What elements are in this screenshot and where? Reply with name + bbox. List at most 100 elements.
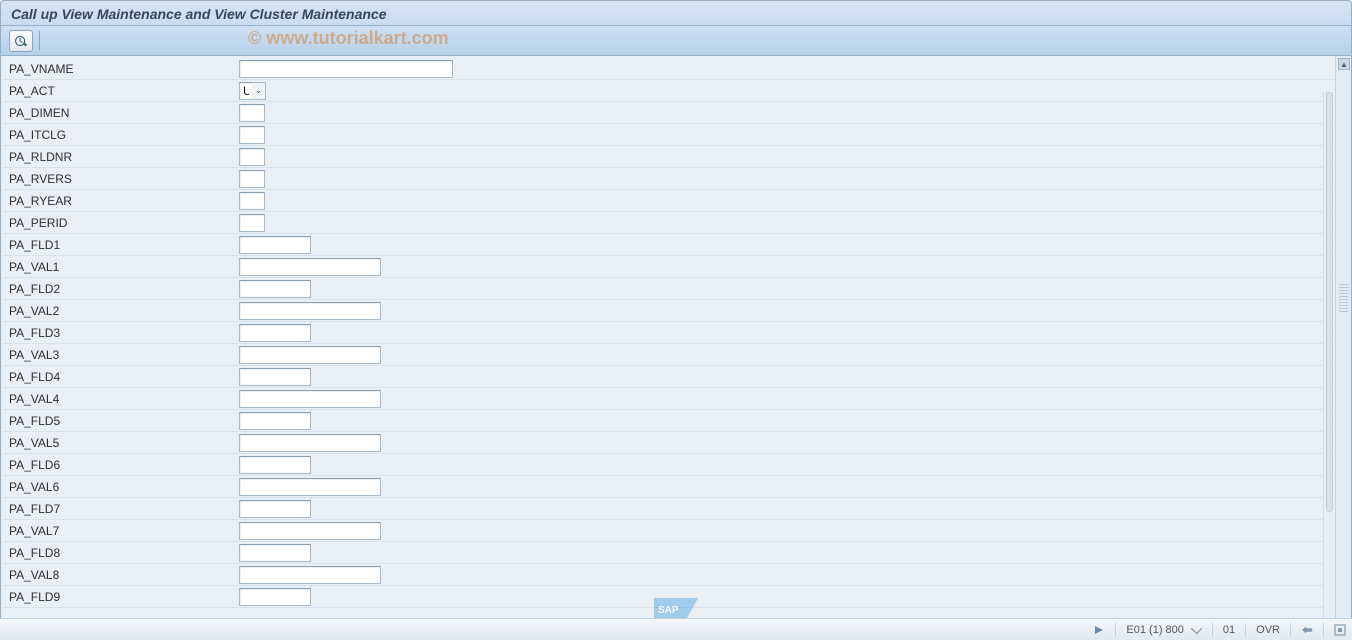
param-field-wrap <box>239 148 265 166</box>
form-row: PA_ITCLG <box>3 124 1351 146</box>
param-label: PA_VAL7 <box>3 524 239 538</box>
form-row: PA_RYEAR <box>3 190 1351 212</box>
param-input[interactable] <box>239 368 311 386</box>
scroll-thumb[interactable] <box>1326 92 1333 512</box>
param-label: PA_RYEAR <box>3 194 239 208</box>
f4-help-button[interactable]: ⌄ <box>252 82 266 100</box>
form-row: PA_FLD8 <box>3 542 1351 564</box>
param-input[interactable] <box>239 82 253 100</box>
param-label: PA_ACT <box>3 84 239 98</box>
form-row: PA_PERID <box>3 212 1351 234</box>
param-label: PA_FLD5 <box>3 414 239 428</box>
param-input[interactable] <box>239 324 311 342</box>
scroll-up-arrow-icon[interactable]: ▲ <box>1338 58 1350 70</box>
execute-button[interactable] <box>9 30 33 52</box>
param-input[interactable] <box>239 522 381 540</box>
param-label: PA_FLD2 <box>3 282 239 296</box>
form-row: PA_FLD5 <box>3 410 1351 432</box>
param-label: PA_FLD1 <box>3 238 239 252</box>
param-input[interactable] <box>239 104 265 122</box>
scroll-grip[interactable] <box>1339 284 1349 312</box>
param-input[interactable] <box>239 434 381 452</box>
param-label: PA_FLD7 <box>3 502 239 516</box>
form-row: PA_VAL3 <box>3 344 1351 366</box>
param-label: PA_FLD6 <box>3 458 239 472</box>
selection-screen: PA_VNAME PA_ACT ⌄ PA_DIMEN PA_ITCLG PA_RLDNR P… <box>1 56 1351 639</box>
param-field-wrap <box>239 280 311 298</box>
form-row: PA_FLD1 <box>3 234 1351 256</box>
param-field-wrap <box>239 236 311 254</box>
param-input[interactable] <box>239 346 381 364</box>
form-row: PA_ACT ⌄ <box>3 80 1351 102</box>
param-field-wrap <box>239 346 381 364</box>
form-row: PA_FLD6 <box>3 454 1351 476</box>
param-input[interactable] <box>239 588 311 606</box>
param-input[interactable] <box>239 456 311 474</box>
status-triangle-icon <box>1093 624 1105 636</box>
param-field-wrap <box>239 522 381 540</box>
form-row: PA_DIMEN <box>3 102 1351 124</box>
param-input[interactable] <box>239 412 311 430</box>
param-field-wrap <box>239 192 265 210</box>
execute-icon <box>14 34 28 48</box>
form-row: PA_VNAME <box>3 58 1351 80</box>
param-input[interactable] <box>239 236 311 254</box>
layout-back-icon[interactable] <box>1301 624 1313 636</box>
param-input[interactable] <box>239 390 381 408</box>
param-label: PA_RVERS <box>3 172 239 186</box>
form-row: PA_VAL1 <box>3 256 1351 278</box>
status-separator <box>1212 623 1213 637</box>
param-field-wrap <box>239 104 265 122</box>
session-dropdown-icon[interactable] <box>1191 622 1202 633</box>
param-field-wrap <box>239 390 381 408</box>
param-label: PA_RLDNR <box>3 150 239 164</box>
form-row: PA_FLD3 <box>3 322 1351 344</box>
status-mode: OVR <box>1256 624 1280 636</box>
param-input[interactable] <box>239 478 381 496</box>
param-field-wrap <box>239 566 381 584</box>
status-settings-icon[interactable] <box>1334 624 1346 636</box>
vertical-scrollbar-outer[interactable]: ▲ ▼ <box>1335 56 1351 639</box>
param-field-wrap <box>239 60 453 78</box>
param-field-wrap <box>239 258 381 276</box>
param-label: PA_DIMEN <box>3 106 239 120</box>
param-input[interactable] <box>239 280 311 298</box>
main-content-area: PA_VNAME PA_ACT ⌄ PA_DIMEN PA_ITCLG PA_RLDNR P… <box>0 56 1352 640</box>
param-label: PA_VAL3 <box>3 348 239 362</box>
param-input[interactable] <box>239 302 381 320</box>
param-input[interactable] <box>239 258 381 276</box>
param-label: PA_VAL6 <box>3 480 239 494</box>
param-field-wrap <box>239 368 311 386</box>
param-label: PA_FLD8 <box>3 546 239 560</box>
param-field-wrap <box>239 434 381 452</box>
status-separator <box>1290 623 1291 637</box>
param-field-wrap: ⌄ <box>239 82 266 100</box>
param-input[interactable] <box>239 544 311 562</box>
form-row: PA_VAL8 <box>3 564 1351 586</box>
status-separator <box>1245 623 1246 637</box>
param-input[interactable] <box>239 126 265 144</box>
vertical-scrollbar-inner[interactable] <box>1323 92 1334 639</box>
param-input[interactable] <box>239 60 453 78</box>
status-separator <box>1115 623 1116 637</box>
toolbar-separator <box>39 31 40 51</box>
param-field-wrap <box>239 456 311 474</box>
param-input[interactable] <box>239 500 311 518</box>
application-toolbar <box>0 26 1352 56</box>
param-input[interactable] <box>239 566 381 584</box>
param-label: PA_VAL1 <box>3 260 239 274</box>
param-input[interactable] <box>239 192 265 210</box>
param-input[interactable] <box>239 170 265 188</box>
form-row: PA_RLDNR <box>3 146 1351 168</box>
form-row: PA_FLD2 <box>3 278 1351 300</box>
param-label: PA_FLD3 <box>3 326 239 340</box>
param-label: PA_ITCLG <box>3 128 239 142</box>
form-row: PA_VAL5 <box>3 432 1351 454</box>
form-row: PA_VAL4 <box>3 388 1351 410</box>
title-bar: Call up View Maintenance and View Cluste… <box>0 0 1352 26</box>
param-input[interactable] <box>239 214 265 232</box>
param-field-wrap <box>239 500 311 518</box>
param-label: PA_FLD4 <box>3 370 239 384</box>
param-input[interactable] <box>239 148 265 166</box>
form-row: PA_FLD4 <box>3 366 1351 388</box>
